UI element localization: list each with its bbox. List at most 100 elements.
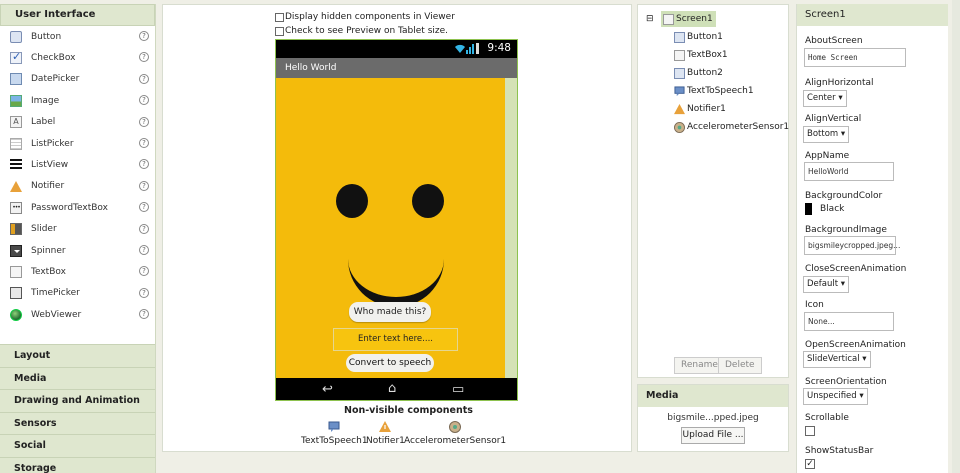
help-icon[interactable]: ? [139,116,149,127]
tablet-preview-checkbox[interactable] [275,26,284,36]
palette-item-webviewer[interactable]: WebViewer? [0,304,155,325]
recents-icon: ▭ [452,382,465,397]
backgroundimage-field[interactable]: bigsmileycropped.jpeg... [804,236,900,255]
palette-item-label[interactable]: A Label? [0,112,155,133]
signal-battery-icon [455,43,479,54]
help-icon[interactable]: ? [139,180,149,191]
nonvisible-accelerometer[interactable]: AccelerometerSensor1 [404,421,506,446]
tree-item-accelerometersensor1[interactable]: AccelerometerSensor1 [674,119,789,135]
nonvisible-label: Notifier1 [366,436,405,446]
palette-item-spinner[interactable]: Spinner? [0,240,155,261]
icon-field[interactable]: None... [804,312,894,331]
help-icon[interactable]: ? [139,287,149,298]
help-icon[interactable]: ? [139,52,149,63]
tree-item-screen1[interactable]: Screen1 [661,11,716,27]
palette-item-label: CheckBox [31,53,76,64]
category-layout[interactable]: Layout [0,344,155,367]
alignvertical-select[interactable]: Bottom ▾ [803,126,850,143]
palette-header[interactable]: User Interface [0,4,155,26]
image-icon [10,94,22,107]
page-scrollbar[interactable] [952,0,960,473]
palette-item-slider[interactable]: Slider? [0,219,155,240]
android-nav-bar: ↩ ⌂ ▭ [276,378,517,400]
help-icon[interactable]: ? [139,73,149,84]
accelerometer-icon [449,421,462,433]
passwordtextbox-icon: ••• [10,201,22,214]
textbox-icon [10,265,22,278]
checkbox-icon [10,50,22,65]
screen-canvas[interactable]: Who made this? Enter text here.... Conve… [276,78,517,379]
tablet-preview-label: Check to see Preview on Tablet size. [285,26,449,36]
palette-item-listview[interactable]: ListView? [0,154,155,175]
palette-item-datepicker[interactable]: DatePicker? [0,69,155,90]
nonvisible-label: TextToSpeech1 [301,436,368,446]
showstatusbar-checkbox[interactable]: ✓ [805,459,815,469]
phone-preview: 9:48 Hello World Who made this? Enter te… [275,39,518,401]
collapse-toggle-icon[interactable]: ⊟ [646,11,654,27]
palette-item-label: PasswordTextBox [31,202,108,213]
category-drawing-animation[interactable]: Drawing and Animation [0,389,155,412]
upload-file-button[interactable]: Upload File ... [681,427,745,444]
palette-item-timepicker[interactable]: TimePicker? [0,283,155,304]
tree-item-button1[interactable]: Button1 [674,29,723,45]
screenorientation-select[interactable]: Unspecified ▾ [803,388,868,405]
button-icon [674,67,685,79]
media-file-item[interactable]: bigsmile...pped.jpeg [638,413,788,423]
palette-item-checkbox[interactable]: CheckBox? [0,47,155,68]
tablet-preview-option[interactable]: Check to see Preview on Tablet size. [275,26,448,36]
alignhorizontal-select[interactable]: Center ▾ [803,90,847,107]
help-icon[interactable]: ? [139,202,149,213]
scrollable-checkbox[interactable] [805,426,815,436]
help-icon[interactable]: ? [139,159,149,170]
media-header: Media [638,385,788,407]
tree-item-textbox1[interactable]: TextBox1 [674,47,728,63]
enter-text-textbox[interactable]: Enter text here.... [333,328,458,351]
webviewer-icon [10,308,22,321]
listpicker-icon [10,137,22,150]
button-icon [674,31,685,43]
category-media[interactable]: Media [0,366,155,389]
backgroundcolor-picker[interactable]: Black [805,203,844,215]
media-panel: Media bigsmile...pped.jpeg Upload File .… [637,384,789,452]
prop-label-alignvertical: AlignVertical [805,114,862,124]
help-icon[interactable]: ? [139,31,149,41]
help-icon[interactable]: ? [139,309,149,320]
chevron-down-icon: ▾ [838,93,843,103]
tree-item-notifier1[interactable]: Notifier1 [674,101,726,117]
appname-field[interactable]: HelloWorld [804,162,894,181]
listview-icon [10,159,22,172]
closescreenanimation-select[interactable]: Default ▾ [803,276,850,293]
help-icon[interactable]: ? [139,223,149,234]
help-icon[interactable]: ? [139,95,149,106]
who-made-this-button[interactable]: Who made this? [349,302,431,322]
chevron-down-icon: ▾ [840,129,846,139]
screen-scrollbar[interactable] [505,78,517,379]
aboutscreen-field[interactable]: Home Screen [804,48,906,67]
help-icon[interactable]: ? [139,266,149,277]
category-sensors[interactable]: Sensors [0,411,155,434]
tree-item-button2[interactable]: Button2 [674,65,723,81]
openscreenanimation-select[interactable]: SlideVertical ▾ [803,351,871,368]
display-hidden-checkbox[interactable] [275,12,284,22]
help-icon[interactable]: ? [139,137,149,148]
nonvisible-texttospeech[interactable]: TextToSpeech1 [301,421,368,446]
display-hidden-option[interactable]: Display hidden components in Viewer [275,12,455,22]
category-storage[interactable]: Storage [0,456,155,473]
palette-item-textbox[interactable]: TextBox? [0,261,155,282]
help-icon[interactable]: ? [139,244,149,255]
palette-item-label: TextBox [31,266,66,277]
prop-label-closescreenanimation: CloseScreenAnimation [805,264,907,274]
palette-item-button[interactable]: Button? [0,26,155,47]
notifier-icon [379,421,392,433]
palette-item-notifier[interactable]: Notifier? [0,176,155,197]
palette-item-passwordtextbox[interactable]: ••• PasswordTextBox? [0,197,155,218]
properties-header: Screen1 [797,4,948,26]
palette-item-image[interactable]: Image? [0,90,155,111]
palette-item-listpicker[interactable]: ListPicker? [0,133,155,154]
tree-item-texttospeech1[interactable]: TextToSpeech1 [674,83,754,99]
category-social[interactable]: Social [0,434,155,457]
nonvisible-notifier[interactable]: Notifier1 [366,421,405,446]
convert-to-speech-button[interactable]: Convert to speech [346,354,434,372]
delete-button[interactable]: Delete [718,357,762,374]
tree-item-label: Screen1 [676,14,713,24]
